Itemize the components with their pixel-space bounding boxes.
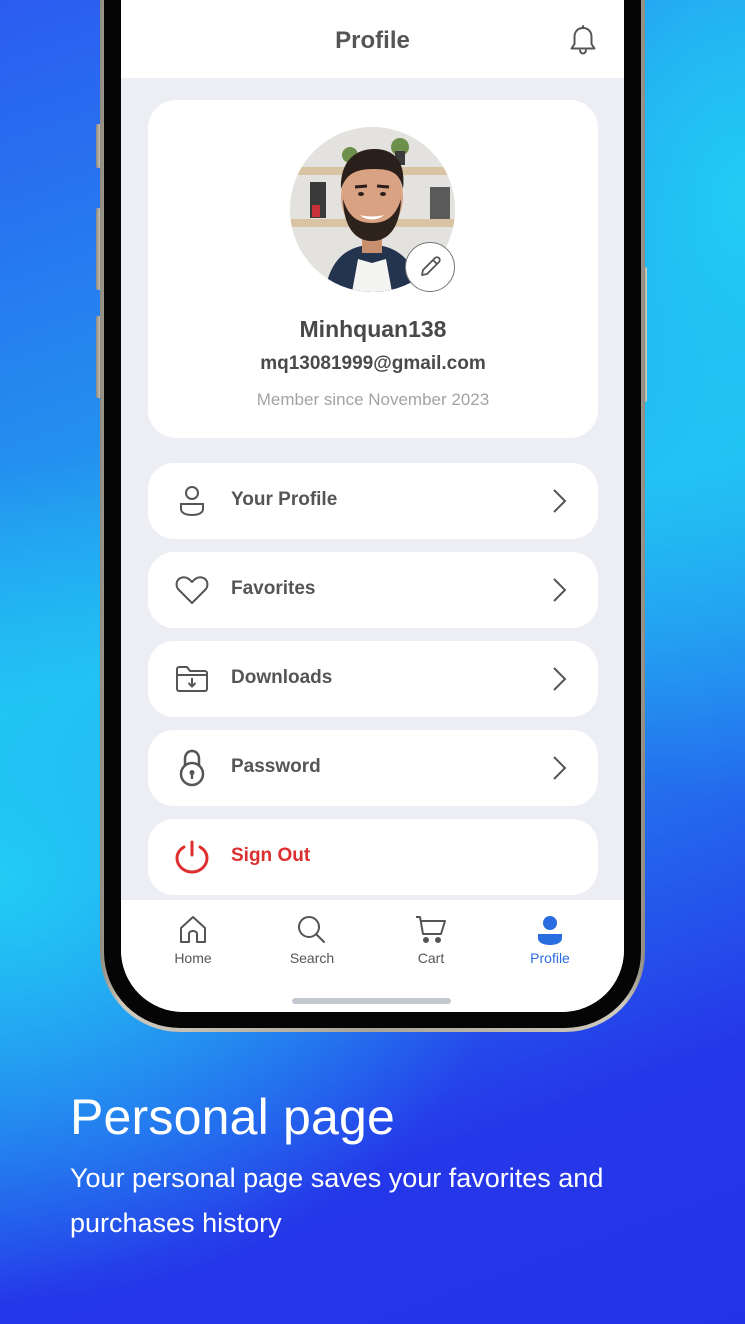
menu-item-label: Sign Out <box>231 845 311 866</box>
nav-label: Search <box>289 950 335 966</box>
nav-label: Home <box>174 950 212 966</box>
profile-card: Minhquan138 mq13081999@gmail.com Member … <box>148 100 598 438</box>
menu-item-label: Downloads <box>231 667 333 688</box>
chevron-right-icon <box>553 489 567 513</box>
chevron-right-icon <box>553 667 567 691</box>
nav-home[interactable]: Home <box>148 914 238 974</box>
menu-item-your-profile[interactable]: Your Profile <box>148 463 598 539</box>
phone-frame: Profile Minhquan138 mq13081999@gmail.com… <box>100 0 645 1032</box>
power-icon <box>174 839 210 875</box>
chevron-right-icon <box>553 756 567 780</box>
user-email: mq13081999@gmail.com <box>260 353 486 374</box>
nav-cart[interactable]: Cart <box>386 914 476 974</box>
heart-icon <box>174 572 210 608</box>
member-since: Member since November 2023 <box>256 390 490 409</box>
phone-bezel: Profile Minhquan138 mq13081999@gmail.com… <box>104 0 641 1028</box>
menu-item-label: Your Profile <box>231 489 338 510</box>
nav-label: Profile <box>530 950 570 966</box>
profile-filled-icon <box>538 916 562 945</box>
chevron-right-icon <box>553 578 567 602</box>
pencil-icon <box>421 256 441 276</box>
menu-item-password[interactable]: Password <box>148 730 598 806</box>
menu-item-downloads[interactable]: Downloads <box>148 641 598 717</box>
edit-avatar-button[interactable] <box>405 242 455 292</box>
menu-item-favorites[interactable]: Favorites <box>148 552 598 628</box>
nav-search[interactable]: Search <box>267 914 357 974</box>
lock-icon <box>174 749 210 787</box>
caption-text: Your personal page saves your favorites … <box>70 1163 604 1238</box>
search-icon <box>298 916 325 943</box>
sign-out-button[interactable]: Sign Out <box>148 819 598 895</box>
menu-item-label: Favorites <box>231 578 316 599</box>
bell-icon[interactable] <box>566 24 600 58</box>
user-outline-icon <box>174 483 210 519</box>
nav-label: Cart <box>417 950 445 966</box>
folder-download-icon <box>174 661 210 697</box>
phone-screen: Profile Minhquan138 mq13081999@gmail.com… <box>121 0 624 1012</box>
app-header: Profile <box>121 0 624 78</box>
nav-profile[interactable]: Profile <box>505 914 595 974</box>
cart-icon <box>416 916 446 943</box>
caption-title: Personal page <box>70 1089 396 1145</box>
home-icon <box>180 916 206 943</box>
bottom-nav: Home Search Cart Profile <box>121 900 624 1012</box>
page-title: Profile <box>335 27 410 54</box>
username: Minhquan138 <box>299 316 447 342</box>
menu-item-label: Password <box>231 756 321 777</box>
home-indicator[interactable] <box>292 998 451 1004</box>
